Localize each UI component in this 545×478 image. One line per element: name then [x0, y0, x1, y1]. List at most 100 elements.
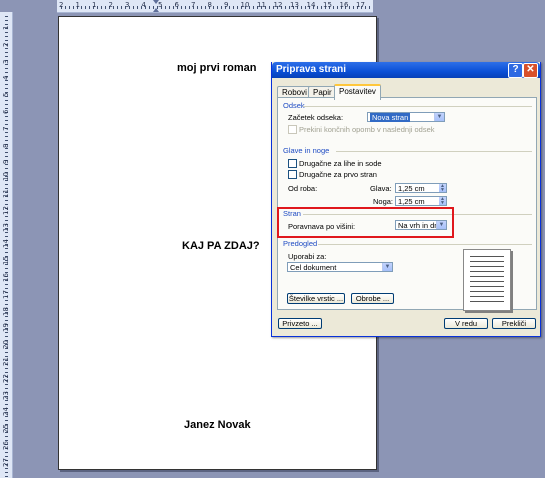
tab-postavitev[interactable]: Postavitev: [334, 84, 381, 100]
section-predogled-title: Predogled: [283, 239, 318, 248]
ruler-tick: [5, 36, 8, 37]
ruler-tick: [5, 384, 8, 385]
section-divider: [318, 244, 532, 245]
close-button[interactable]: ✕: [523, 63, 538, 78]
suppress-endnotes-checkbox[interactable]: [288, 125, 297, 134]
ruler-tick: [5, 336, 8, 337]
ruler-tick: [65, 6, 66, 9]
ruler-tick: [197, 6, 198, 9]
page-preview: [463, 249, 511, 311]
ruler-number: 2: [2, 42, 10, 47]
ruler-tick: [5, 104, 8, 105]
ruler-number: 2: [108, 1, 113, 9]
first-page-checkbox[interactable]: [288, 170, 297, 179]
ruler-tick: [5, 436, 8, 437]
ruler-tick: [369, 6, 370, 9]
ruler-number: 3: [125, 1, 130, 9]
footer-distance-value: 1,25 cm: [398, 197, 425, 206]
ruler-tick: [5, 452, 8, 453]
cancel-button[interactable]: Prekliči: [492, 318, 536, 329]
ok-button[interactable]: V redu: [444, 318, 488, 329]
help-button[interactable]: ?: [508, 63, 523, 78]
ruler-number: 19: [2, 323, 10, 333]
footer-distance-spinner[interactable]: 1,25 cm ▲ ▼: [395, 196, 447, 206]
ruler-tick: [5, 16, 8, 17]
ruler-tick: [5, 168, 8, 169]
ruler-tick: [5, 388, 8, 389]
ruler-tick: [5, 184, 8, 185]
ruler-tick: [101, 6, 102, 9]
ruler-tick: [213, 6, 214, 9]
line-numbers-button[interactable]: Številke vrstic ...: [287, 293, 345, 304]
ruler-number: 22: [2, 373, 10, 383]
ruler-tick: [5, 268, 8, 269]
ruler-number: 3: [2, 59, 10, 64]
horizontal-ruler[interactable]: 21123456789101112131415161718: [57, 0, 373, 13]
ruler-tick: [5, 140, 8, 141]
ruler-tick: [73, 6, 74, 9]
dialog-titlebar[interactable]: Priprava strani ? ✕: [272, 62, 540, 78]
ruler-tick: [5, 132, 8, 133]
ruler-number: 20: [2, 340, 10, 350]
ruler-number: 17: [356, 1, 365, 9]
chevron-down-icon[interactable]: ▼: [434, 113, 444, 121]
ruler-tick: [5, 80, 8, 81]
vertical-ruler[interactable]: 1 2 3 4 5 6 7 8 9 10 11 12 13 14 15 16 17 18 19 20 21 22 23 24 2…: [0, 12, 13, 478]
ruler-number: 13: [290, 1, 299, 9]
odd-even-label: Drugačne za lihe in sode: [299, 159, 382, 168]
ruler-tick: [317, 6, 318, 9]
ruler-tick: [5, 372, 8, 373]
ruler-tick: [89, 6, 90, 9]
chevron-down-icon[interactable]: ▼: [382, 263, 392, 271]
section-start-select[interactable]: Nova stran ▼: [367, 112, 445, 122]
ruler-tick: [105, 6, 106, 9]
ruler-number: 10: [2, 172, 10, 182]
ruler-tick: [5, 124, 8, 125]
highlight-box: [277, 207, 454, 238]
ruler-tick: [5, 204, 8, 205]
ruler-tick: [5, 316, 8, 317]
ruler-tick: [5, 88, 8, 89]
ruler-tick: [121, 6, 122, 9]
ruler-tick: [117, 6, 118, 9]
ruler-tick: [5, 56, 8, 57]
ruler-number: 1: [75, 1, 80, 9]
ruler-tick: [5, 156, 8, 157]
ruler-number: 6: [2, 109, 10, 114]
ruler-tick: [321, 6, 322, 9]
header-distance-spinner[interactable]: 1,25 cm ▲ ▼: [395, 183, 447, 193]
borders-button[interactable]: Obrobe ...: [351, 293, 394, 304]
apply-to-select[interactable]: Cel dokument ▼: [287, 262, 393, 272]
ruler-tick: [81, 6, 82, 9]
section-odsek-title: Odsek: [283, 101, 305, 110]
spinner-arrows-icon[interactable]: ▲ ▼: [439, 184, 446, 193]
spinner-arrows-icon[interactable]: ▲ ▼: [439, 197, 446, 206]
section-start-label: Začetek odseka:: [288, 113, 344, 122]
ruler-number: 24: [2, 407, 10, 417]
ruler-tick: [5, 164, 8, 165]
ruler-tick: [5, 48, 8, 49]
ruler-tick: [269, 6, 270, 9]
default-button[interactable]: Privzeto ...: [278, 318, 322, 329]
ruler-tick: [185, 6, 186, 9]
apply-to-label: Uporabi za:: [288, 252, 327, 261]
ruler-tick: [113, 6, 114, 9]
footer-distance-label: Noga:: [373, 197, 394, 206]
ruler-number: 7: [2, 126, 10, 131]
ruler-tick: [5, 472, 8, 473]
ruler-tick: [5, 420, 8, 421]
ruler-tick: [5, 300, 8, 301]
ruler-number: 8: [207, 1, 212, 9]
ruler-number: 18: [2, 306, 10, 316]
ruler-tick: [5, 232, 8, 233]
ruler-tick: [5, 116, 8, 117]
ruler-tick: [5, 200, 8, 201]
ruler-number: 13: [2, 222, 10, 232]
ruler-tick: [233, 6, 234, 9]
section-start-value: Nova stran: [370, 113, 411, 122]
ruler-tick: [5, 40, 8, 41]
ruler-number: 2: [59, 1, 64, 9]
odd-even-checkbox[interactable]: [288, 159, 297, 168]
ruler-tick: [5, 148, 8, 149]
ruler-tick: [5, 216, 8, 217]
